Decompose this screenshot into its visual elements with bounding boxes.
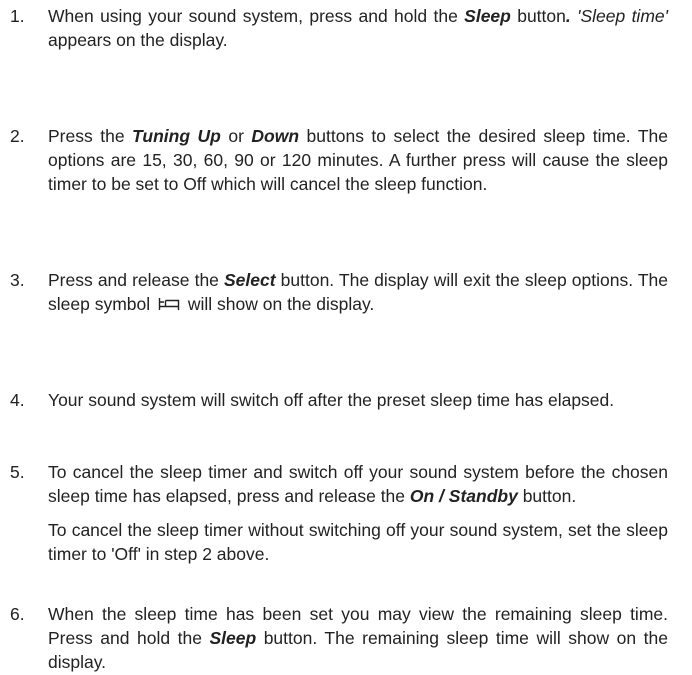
text-run: When using your sound system, press and … [48,6,465,26]
step-number: 2. [10,126,25,146]
step-text: When the sleep time has been set you may… [48,602,668,674]
text-run: button. [517,486,577,506]
step-number: 6. [10,604,25,624]
step-3: 3. Press and release the Select button. T… [0,268,692,316]
text-run: appears on the display. [48,30,228,50]
text-run: or [220,126,252,146]
text-run: button [510,6,566,26]
step-body: To cancel the sleep timer and switch off… [48,460,668,566]
step-number: 5. [10,462,25,482]
step-text: Your sound system will switch off after … [48,388,668,412]
step-text: To cancel the sleep timer and switch off… [48,460,668,508]
step-4: 4. Your sound system will switch off afte… [0,388,692,412]
step-2: 2. Press the Tuning Up or Down buttons to… [0,124,692,196]
button-name: On / Standby [409,486,518,506]
step-number: 3. [10,270,25,290]
button-name: Tuning Up [132,126,221,146]
step-5: 5. To cancel the sleep timer and switch o… [0,460,692,566]
step-body: When the sleep time has been set you may… [48,602,668,674]
display-text: 'Sleep time' [577,6,668,26]
button-name: Down [251,126,300,146]
step-6: 6. When the sleep time has been set you m… [0,602,692,674]
step-text: When using your sound system, press and … [48,4,668,52]
text-run: Press and release the [48,270,224,290]
step-note: To cancel the sleep timer without switch… [48,520,668,564]
step-number: 1. [10,6,25,26]
text-run: Press the [48,126,133,146]
step-number: 4. [10,390,25,410]
button-name: Sleep [464,6,511,26]
step-body: Press the Tuning Up or Down buttons to s… [48,124,668,196]
button-name: Sleep [209,628,257,648]
step-text: Press the Tuning Up or Down buttons to s… [48,124,668,196]
step-body: When using your sound system, press and … [48,4,668,52]
step-body: Press and release the Select button. The… [48,268,668,316]
step-1: 1. When using your sound system, press an… [0,4,692,52]
step-body: Your sound system will switch off after … [48,388,668,412]
sleep-symbol-icon [158,298,180,310]
step-text: Press and release the Select button. The… [48,268,668,316]
text-run: will show on the display. [183,294,375,314]
text-run: Your sound system will switch off after … [48,390,615,410]
button-name: Select [224,270,276,290]
